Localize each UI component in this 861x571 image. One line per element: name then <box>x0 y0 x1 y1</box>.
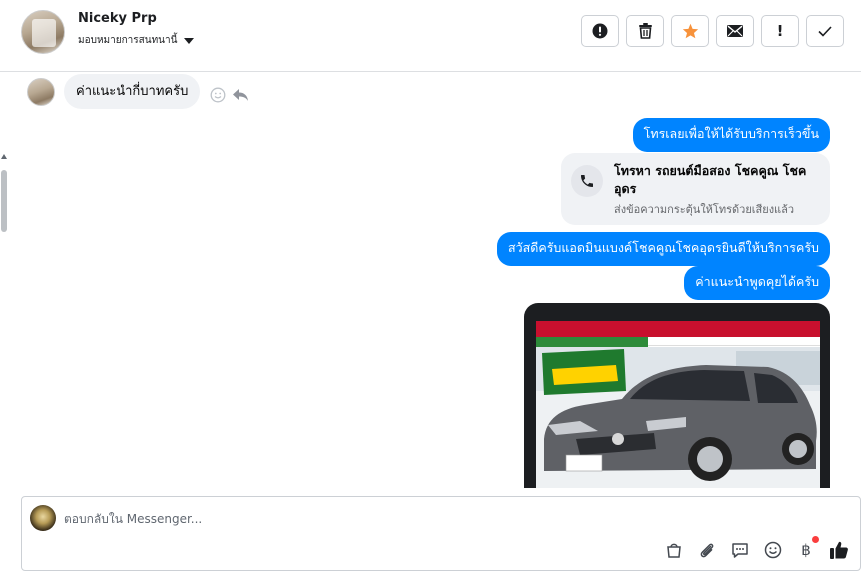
assign-conversation-dropdown[interactable]: มอบหมายการสนทนานี้ <box>78 33 195 48</box>
trash-icon <box>638 23 652 39</box>
incoming-message-row: ค่าแนะนำกี่บาทครับ <box>27 74 249 109</box>
star-icon <box>682 23 698 39</box>
outgoing-message-bubble: สวัสดีครับแอดมินแบงค์โชคคูณโชคอุดรยินดีใ… <box>496 232 830 266</box>
car-photo-icon <box>536 321 820 488</box>
incoming-message-bubble: ค่าแนะนำกี่บาทครับ <box>64 74 201 109</box>
check-icon <box>818 25 832 37</box>
saved-replies-icon[interactable] <box>729 539 751 561</box>
done-button[interactable] <box>806 15 844 47</box>
image-attachment[interactable] <box>524 303 830 488</box>
mark-unread-button[interactable] <box>716 15 754 47</box>
thread-scrollbar[interactable] <box>0 72 9 496</box>
message-thread: ค่าแนะนำกี่บาทครับ โทรเลยเพื่อให้ได้รับบ… <box>10 72 861 488</box>
outgoing-message-bubble: โทรเลยเพื่อให้ได้รับบริการเร็วขึ้น <box>632 118 830 152</box>
contact-name[interactable]: Niceky Prp <box>78 11 157 26</box>
call-request-card[interactable]: โทรหา รถยนต์มือสอง โชคคูณ โชค อุดร ส่งข้… <box>561 153 830 225</box>
shopping-bag-icon[interactable] <box>663 539 685 561</box>
scrollbar-thumb[interactable] <box>1 170 7 232</box>
star-button[interactable] <box>671 15 709 47</box>
delete-button[interactable] <box>626 15 664 47</box>
conversation-header: Niceky Prp มอบหมายการสนทนานี้ ! <box>0 0 861 72</box>
contact-avatar[interactable] <box>21 10 65 54</box>
exclamation-icon: ! <box>776 22 784 40</box>
call-card-subtitle: ส่งข้อความกระตุ้นให้โทรด้วยเสียงแล้ว <box>614 203 795 216</box>
conversation-toolbar: ! <box>581 15 844 47</box>
call-card-title: โทรหา รถยนต์มือสอง โชคคูณ โชค อุดร <box>614 163 807 196</box>
emoji-icon[interactable] <box>762 539 784 561</box>
reply-input[interactable] <box>64 509 664 529</box>
phone-icon <box>571 165 603 197</box>
chevron-down-icon <box>184 37 195 44</box>
message-actions <box>210 87 249 103</box>
react-emoji-icon[interactable] <box>210 87 226 103</box>
thumbs-up-icon[interactable] <box>828 539 850 561</box>
outgoing-message-bubble: ค่าแนะนำพูดคุยได้ครับ <box>684 266 830 300</box>
alert-circle-icon <box>592 23 608 39</box>
reply-composer: ฿ <box>21 496 861 571</box>
sender-avatar <box>27 77 55 106</box>
assign-label: มอบหมายการสนทนานี้ <box>78 35 178 46</box>
paperclip-icon[interactable] <box>696 539 718 561</box>
composer-tools: ฿ <box>663 536 850 561</box>
follow-up-button[interactable]: ! <box>761 15 799 47</box>
baht-icon[interactable]: ฿ <box>795 536 819 561</box>
envelope-icon <box>727 25 743 37</box>
page-avatar <box>30 505 56 531</box>
reply-arrow-icon[interactable] <box>232 88 249 102</box>
notification-dot <box>812 536 819 543</box>
spam-report-button[interactable] <box>581 15 619 47</box>
scroll-up-arrow-icon[interactable] <box>1 154 7 159</box>
